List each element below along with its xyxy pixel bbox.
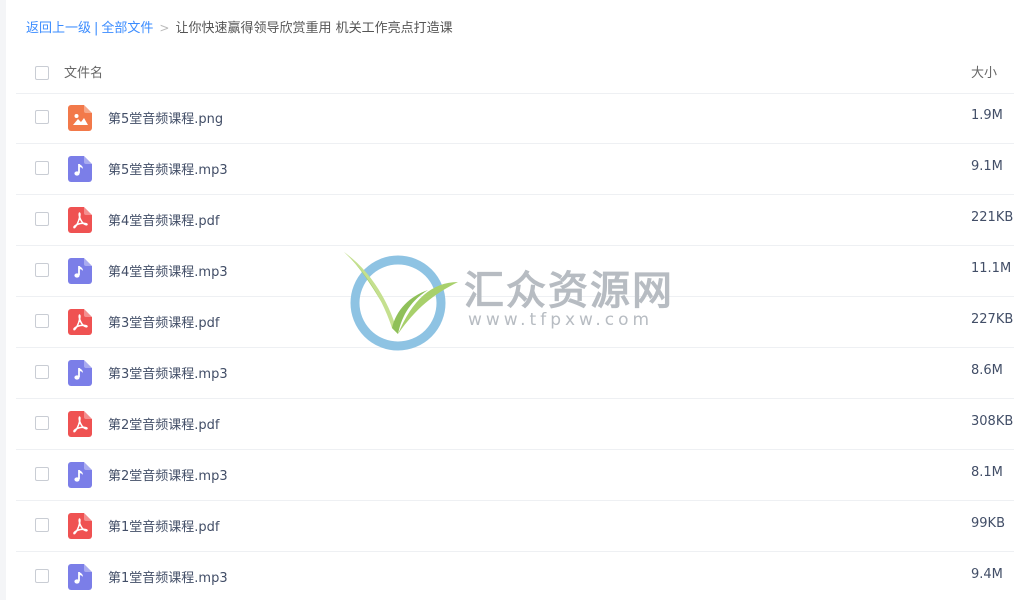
file-checkbox[interactable]	[35, 518, 49, 532]
current-folder-name: 让你快速赢得领导欣赏重用 机关工作亮点打造课	[175, 21, 453, 36]
pdf-icon	[68, 411, 92, 437]
file-checkbox[interactable]	[35, 569, 49, 583]
file-size: 8.1M	[971, 465, 1003, 480]
file-list-panel: 返回上一级 | 全部文件 > 让你快速赢得领导欣赏重用 机关工作亮点打造课 文件名 大小…	[6, 0, 1014, 600]
file-name[interactable]: 第1堂音频课程.mp3	[108, 567, 228, 586]
file-size: 308KB	[971, 414, 1014, 429]
file-list: 第5堂音频课程.png 1.9M 第5堂音频课程.mp3 9.1M 第4堂音频课程.pd…	[16, 93, 1014, 600]
breadcrumb-arrow: >	[159, 21, 170, 35]
file-row[interactable]: 第5堂音频课程.png 1.9M	[16, 93, 1014, 144]
file-row[interactable]: 第5堂音频课程.mp3 9.1M	[16, 144, 1014, 195]
file-checkbox[interactable]	[35, 161, 49, 175]
file-size: 1.9M	[971, 108, 1003, 123]
file-name[interactable]: 第4堂音频课程.mp3	[108, 261, 228, 280]
breadcrumb-separator: |	[94, 21, 99, 36]
audio-icon	[68, 564, 92, 590]
file-size: 227KB	[971, 312, 1014, 327]
file-checkbox[interactable]	[35, 212, 49, 226]
file-size: 9.1M	[971, 159, 1003, 174]
back-link[interactable]: 返回上一级	[26, 21, 91, 36]
file-browser-page: 返回上一级 | 全部文件 > 让你快速赢得领导欣赏重用 机关工作亮点打造课 文件名 大小…	[0, 0, 1014, 600]
file-row[interactable]: 第3堂音频课程.mp3 8.6M	[16, 348, 1014, 399]
file-name[interactable]: 第3堂音频课程.pdf	[108, 312, 219, 331]
file-checkbox[interactable]	[35, 110, 49, 124]
file-name[interactable]: 第4堂音频课程.pdf	[108, 210, 219, 229]
audio-icon	[68, 156, 92, 182]
file-checkbox[interactable]	[35, 467, 49, 481]
file-size: 99KB	[971, 516, 1005, 531]
file-checkbox[interactable]	[35, 263, 49, 277]
file-name[interactable]: 第5堂音频课程.mp3	[108, 159, 228, 178]
file-row[interactable]: 第1堂音频课程.pdf 99KB	[16, 501, 1014, 552]
file-size: 221KB	[971, 210, 1014, 225]
audio-icon	[68, 462, 92, 488]
file-row[interactable]: 第2堂音频课程.mp3 8.1M	[16, 450, 1014, 501]
file-row[interactable]: 第4堂音频课程.mp3 11.1M	[16, 246, 1014, 297]
size-column-header[interactable]: 大小	[971, 62, 997, 81]
audio-icon	[68, 360, 92, 386]
pdf-icon	[68, 513, 92, 539]
name-column-header[interactable]: 文件名	[64, 62, 103, 81]
file-row[interactable]: 第2堂音频课程.pdf 308KB	[16, 399, 1014, 450]
file-name[interactable]: 第2堂音频课程.pdf	[108, 414, 219, 433]
file-checkbox[interactable]	[35, 416, 49, 430]
list-header: 文件名 大小	[16, 50, 1014, 94]
file-size: 8.6M	[971, 363, 1003, 378]
all-files-link[interactable]: 全部文件	[101, 21, 153, 36]
file-checkbox[interactable]	[35, 314, 49, 328]
file-row[interactable]: 第4堂音频课程.pdf 221KB	[16, 195, 1014, 246]
pdf-icon	[68, 207, 92, 233]
file-row[interactable]: 第1堂音频课程.mp3 9.4M	[16, 552, 1014, 600]
file-size: 11.1M	[971, 261, 1012, 276]
audio-icon	[68, 258, 92, 284]
file-name[interactable]: 第3堂音频课程.mp3	[108, 363, 228, 382]
file-checkbox[interactable]	[35, 365, 49, 379]
select-all-checkbox[interactable]	[35, 66, 49, 80]
file-row[interactable]: 第3堂音频课程.pdf 227KB	[16, 297, 1014, 348]
pdf-icon	[68, 309, 92, 335]
file-name[interactable]: 第2堂音频课程.mp3	[108, 465, 228, 484]
breadcrumb: 返回上一级 | 全部文件 > 让你快速赢得领导欣赏重用 机关工作亮点打造课	[26, 18, 453, 38]
image-icon	[68, 105, 92, 131]
file-size: 9.4M	[971, 567, 1003, 582]
file-name[interactable]: 第1堂音频课程.pdf	[108, 516, 219, 535]
file-name[interactable]: 第5堂音频课程.png	[108, 108, 223, 127]
